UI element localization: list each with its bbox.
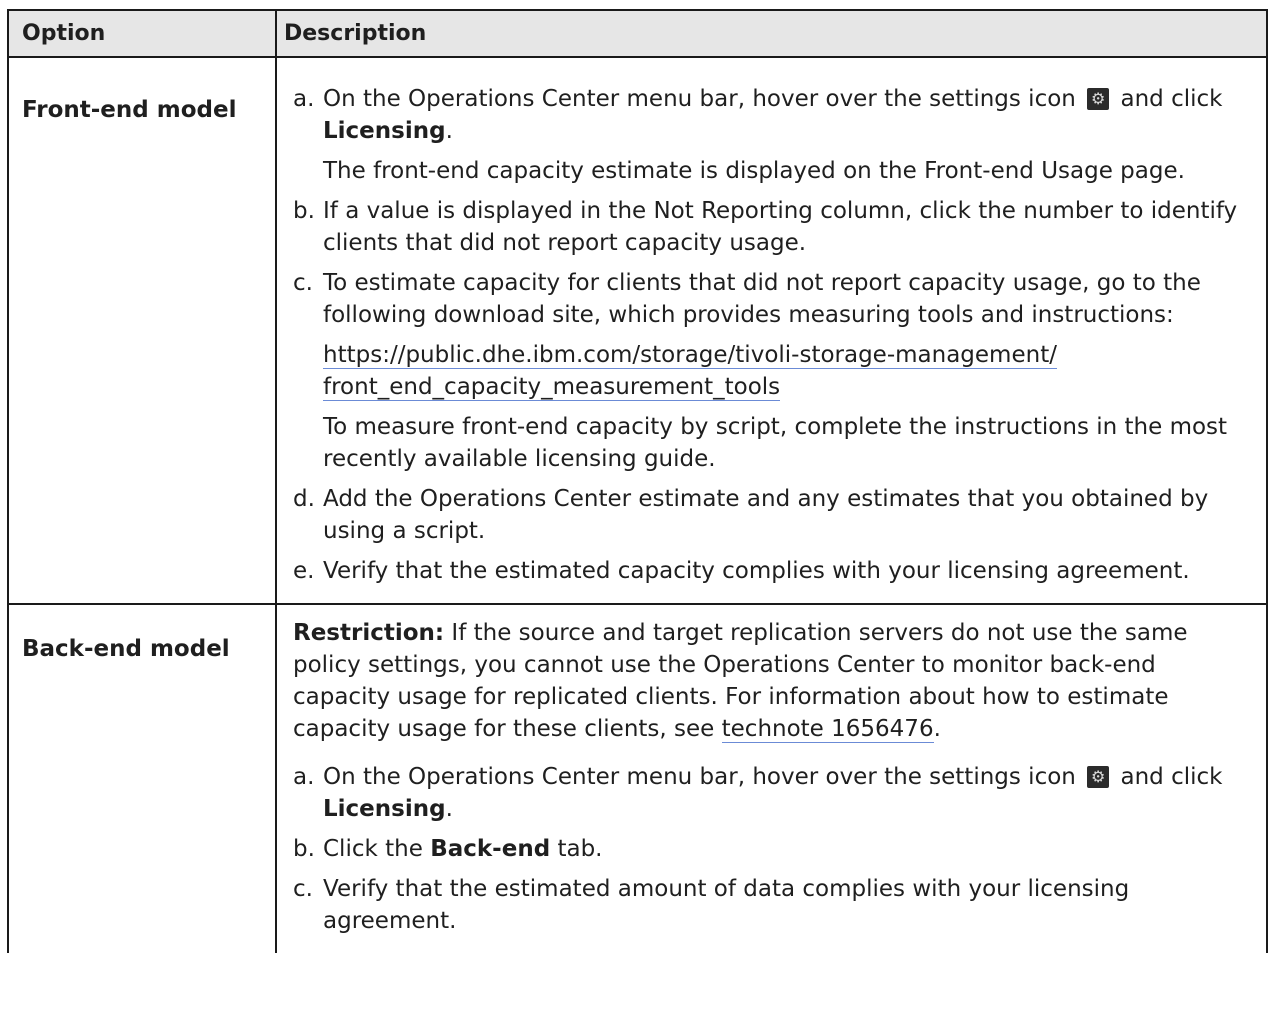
- step-marker: c.: [293, 270, 313, 296]
- gear-icon: ⚙: [1087, 88, 1110, 110]
- step-marker: d.: [293, 486, 315, 512]
- option-cell: Back-end model: [7, 603, 277, 953]
- step-marker: a.: [293, 86, 315, 112]
- step-a: a. On the Operations Center menu bar, ho…: [293, 761, 1258, 825]
- step-text-cont: tab.: [557, 836, 603, 862]
- step-b: b. If a value is displayed in the Not Re…: [293, 195, 1258, 259]
- option-front-end-model: Front-end model: [22, 97, 237, 123]
- description-cell: Restriction: If the source and target re…: [275, 603, 1268, 953]
- front-end-steps: a. On the Operations Center menu bar, ho…: [293, 83, 1258, 587]
- technote-link[interactable]: technote 1656476: [721, 716, 934, 743]
- header-description: Description: [275, 9, 1268, 58]
- step-text: On the Operations Center menu bar, hover…: [323, 86, 1076, 112]
- step-c-note: To measure front-end capacity by script,…: [323, 414, 1228, 472]
- step-a-result: The front-end capacity estimate is displ…: [323, 158, 1185, 184]
- step-text-cont: and click: [1120, 764, 1223, 790]
- step-c: c. To estimate capacity for clients that…: [293, 267, 1258, 475]
- step-b: b. Click the Back-end tab.: [293, 833, 1258, 865]
- table-row-front-end: Front-end model a. On the Operations Cen…: [7, 56, 1268, 605]
- period: .: [933, 716, 941, 742]
- option-cell: Front-end model: [7, 56, 277, 605]
- step-text: Verify that the estimated amount of data…: [323, 876, 1130, 934]
- step-marker: a.: [293, 764, 315, 790]
- period: .: [445, 796, 453, 822]
- step-text: Add the Operations Center estimate and a…: [323, 486, 1209, 544]
- options-table: Option Description Front-end model a. On…: [7, 9, 1268, 953]
- step-marker: b.: [293, 836, 315, 862]
- step-text: To estimate capacity for clients that di…: [323, 270, 1201, 328]
- step-text: Click the: [323, 836, 423, 862]
- table-header-row: Option Description: [7, 9, 1268, 58]
- download-site-link[interactable]: https://public.dhe.ibm.com/storage/tivol…: [323, 342, 1057, 369]
- step-marker: e.: [293, 558, 315, 584]
- step-c: c. Verify that the estimated amount of d…: [293, 873, 1258, 937]
- step-marker: b.: [293, 198, 315, 224]
- header-option: Option: [7, 9, 277, 58]
- back-end-steps: a. On the Operations Center menu bar, ho…: [293, 761, 1258, 937]
- back-end-tab-label: Back-end: [430, 836, 551, 862]
- option-back-end-model: Back-end model: [22, 636, 230, 662]
- step-d: d. Add the Operations Center estimate an…: [293, 483, 1258, 547]
- licensing-label: Licensing: [323, 118, 446, 144]
- download-link-block: https://public.dhe.ibm.com/storage/tivol…: [323, 339, 1258, 403]
- licensing-label: Licensing: [323, 796, 446, 822]
- step-text: On the Operations Center menu bar, hover…: [323, 764, 1076, 790]
- restriction-note: Restriction: If the source and target re…: [293, 617, 1258, 745]
- step-text-cont: and click: [1120, 86, 1223, 112]
- step-marker: c.: [293, 876, 313, 902]
- step-e: e. Verify that the estimated capacity co…: [293, 555, 1258, 587]
- download-site-link-cont[interactable]: front_end_capacity_measurement_tools: [323, 374, 781, 401]
- period: .: [445, 118, 453, 144]
- step-text: If a value is displayed in the Not Repor…: [323, 198, 1238, 256]
- description-cell: a. On the Operations Center menu bar, ho…: [275, 56, 1268, 605]
- step-text: Verify that the estimated capacity compl…: [323, 558, 1190, 584]
- restriction-label: Restriction:: [293, 620, 445, 646]
- step-a: a. On the Operations Center menu bar, ho…: [293, 83, 1258, 187]
- table-row-back-end: Back-end model Restriction: If the sourc…: [7, 603, 1268, 953]
- gear-icon: ⚙: [1087, 766, 1110, 788]
